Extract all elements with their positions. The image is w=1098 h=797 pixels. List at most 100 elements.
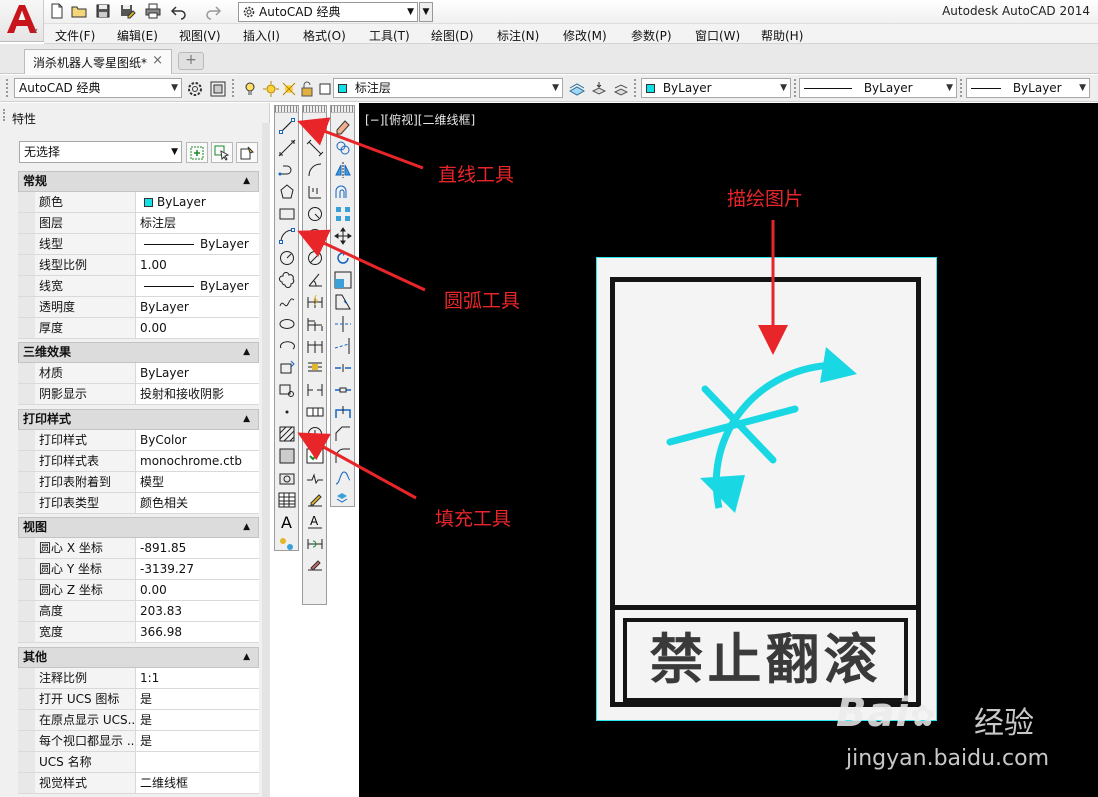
property-row[interactable]: 圆心 X 坐标 -891.85 (18, 538, 259, 559)
layer-state-icon[interactable] (262, 80, 280, 98)
dimension-update-icon[interactable] (305, 534, 325, 554)
dimension-space-icon[interactable] (305, 358, 325, 378)
redo-icon[interactable] (204, 2, 222, 22)
section-general[interactable]: 常规 ▲ (18, 171, 259, 192)
quick-dimension-icon[interactable] (305, 292, 325, 312)
property-row[interactable]: 阴影显示 投射和接收阴影 (18, 384, 259, 405)
toolbar-grip[interactable] (232, 79, 235, 97)
select-objects-button[interactable] (211, 142, 233, 163)
dimension-text-edit-icon[interactable]: A (305, 512, 325, 532)
property-row[interactable]: 在原点显示 UCS... 是 (18, 710, 259, 731)
linear-dimension-icon[interactable] (305, 116, 325, 136)
print-icon[interactable] (144, 2, 162, 22)
property-row[interactable]: 宽度 366.98 (18, 622, 259, 643)
break-icon[interactable] (333, 380, 353, 400)
stretch-icon[interactable] (333, 292, 353, 312)
toolbar-grip[interactable] (960, 79, 963, 97)
line-tool-icon[interactable] (277, 116, 297, 136)
workspace-settings-gear-icon[interactable] (186, 80, 204, 98)
point-icon[interactable] (277, 402, 297, 422)
layer-isolate-icon[interactable] (612, 80, 630, 98)
layer-freeze-icon[interactable] (280, 80, 298, 98)
menu-edit[interactable]: 编辑(E) (117, 27, 158, 44)
property-row[interactable]: 打印表附着到 模型 (18, 472, 259, 493)
workspace-save-icon[interactable] (209, 80, 227, 98)
viewport-label[interactable]: [−][俯视][二维线框] (365, 111, 475, 128)
layer-plot-icon[interactable] (316, 80, 334, 98)
continue-dimension-icon[interactable] (305, 336, 325, 356)
move-icon[interactable] (333, 226, 353, 246)
make-block-icon[interactable] (277, 380, 297, 400)
palette-scrollbar[interactable] (262, 123, 270, 797)
rotate-icon[interactable] (333, 248, 353, 268)
tab-active-drawing[interactable]: 消杀机器人零星图纸* × (24, 49, 172, 74)
polyline-icon[interactable] (277, 160, 297, 180)
save-as-icon[interactable] (118, 2, 136, 22)
property-row[interactable]: 每个视口都显示 ... 是 (18, 731, 259, 752)
new-tab-button[interactable]: + (178, 52, 204, 70)
rectangle-icon[interactable] (277, 204, 297, 224)
extend-icon[interactable] (333, 336, 353, 356)
insert-block-icon[interactable] (277, 358, 297, 378)
property-row[interactable]: 圆心 Z 坐标 0.00 (18, 580, 259, 601)
construction-line-icon[interactable] (277, 138, 297, 158)
property-row[interactable]: 材质 ByLayer (18, 363, 259, 384)
property-row[interactable]: 打印样式表 monochrome.ctb (18, 451, 259, 472)
erase-icon[interactable] (333, 116, 353, 136)
toolbar-grip[interactable] (634, 79, 637, 97)
array-icon[interactable] (333, 204, 353, 224)
layer-previous-icon[interactable] (590, 80, 608, 98)
property-row[interactable]: UCS 名称 (18, 752, 259, 773)
section-3d-effects[interactable]: 三维效果 ▲ (18, 342, 259, 363)
property-row[interactable]: 线型比例 1.00 (18, 255, 259, 276)
tolerance-icon[interactable] (305, 402, 325, 422)
ordinate-dimension-icon[interactable] (305, 182, 325, 202)
quick-select-button[interactable] (236, 142, 258, 163)
toolbar-grip[interactable] (331, 106, 354, 113)
toolbar-grip[interactable] (6, 79, 9, 97)
toolbar-grip[interactable] (303, 106, 326, 113)
menu-insert[interactable]: 插入(I) (243, 27, 280, 44)
trim-icon[interactable] (333, 314, 353, 334)
property-row[interactable]: 透明度 ByLayer (18, 297, 259, 318)
region-icon[interactable] (277, 468, 297, 488)
new-file-icon[interactable] (48, 2, 66, 22)
gradient-icon[interactable] (277, 446, 297, 466)
linetype-select[interactable]: ByLayer ▼ (799, 78, 957, 98)
break-at-point-icon[interactable] (333, 358, 353, 378)
polygon-icon[interactable] (277, 182, 297, 202)
mirror-icon[interactable] (333, 160, 353, 180)
radius-dimension-icon[interactable] (305, 204, 325, 224)
copy-icon[interactable] (333, 138, 353, 158)
property-row[interactable]: 线型 ByLayer (18, 234, 259, 255)
property-row[interactable]: 线宽 ByLayer (18, 276, 259, 297)
add-selected-icon[interactable] (277, 534, 297, 554)
layer-select[interactable]: 标注层 ▼ (333, 78, 563, 98)
menu-tools[interactable]: 工具(T) (369, 27, 410, 44)
property-row[interactable]: 高度 203.83 (18, 601, 259, 622)
lineweight-select[interactable]: ByLayer ▼ (966, 78, 1090, 98)
palette-grip[interactable] (3, 109, 6, 121)
menu-dimension[interactable]: 标注(N) (497, 27, 539, 44)
property-row[interactable]: 打印样式 ByColor (18, 430, 259, 451)
property-row[interactable]: 视觉样式 二维线框 (18, 773, 259, 794)
selection-select[interactable]: 无选择 ▼ (19, 141, 182, 163)
menu-draw[interactable]: 绘图(D) (431, 27, 474, 44)
property-row[interactable]: 图层 标注层 (18, 213, 259, 234)
property-row[interactable]: 圆心 Y 坐标 -3139.27 (18, 559, 259, 580)
menu-parametric[interactable]: 参数(P) (631, 27, 672, 44)
dimension-break-icon[interactable] (305, 380, 325, 400)
toolbar-grip[interactable] (275, 106, 298, 113)
chamfer-icon[interactable] (333, 424, 353, 444)
revision-cloud-icon[interactable] (277, 270, 297, 290)
save-icon[interactable] (94, 2, 112, 22)
traced-image[interactable]: 禁止翻滚 (596, 257, 937, 721)
close-icon[interactable]: × (152, 53, 163, 68)
table-icon[interactable] (277, 490, 297, 510)
hatch-fill-tool-icon[interactable] (277, 424, 297, 444)
ellipse-arc-icon[interactable] (277, 336, 297, 356)
menu-window[interactable]: 窗口(W) (695, 27, 740, 44)
property-row[interactable]: 颜色 ByLayer (18, 192, 259, 213)
toolbar-grip[interactable] (794, 79, 797, 97)
menu-view[interactable]: 视图(V) (179, 27, 221, 44)
